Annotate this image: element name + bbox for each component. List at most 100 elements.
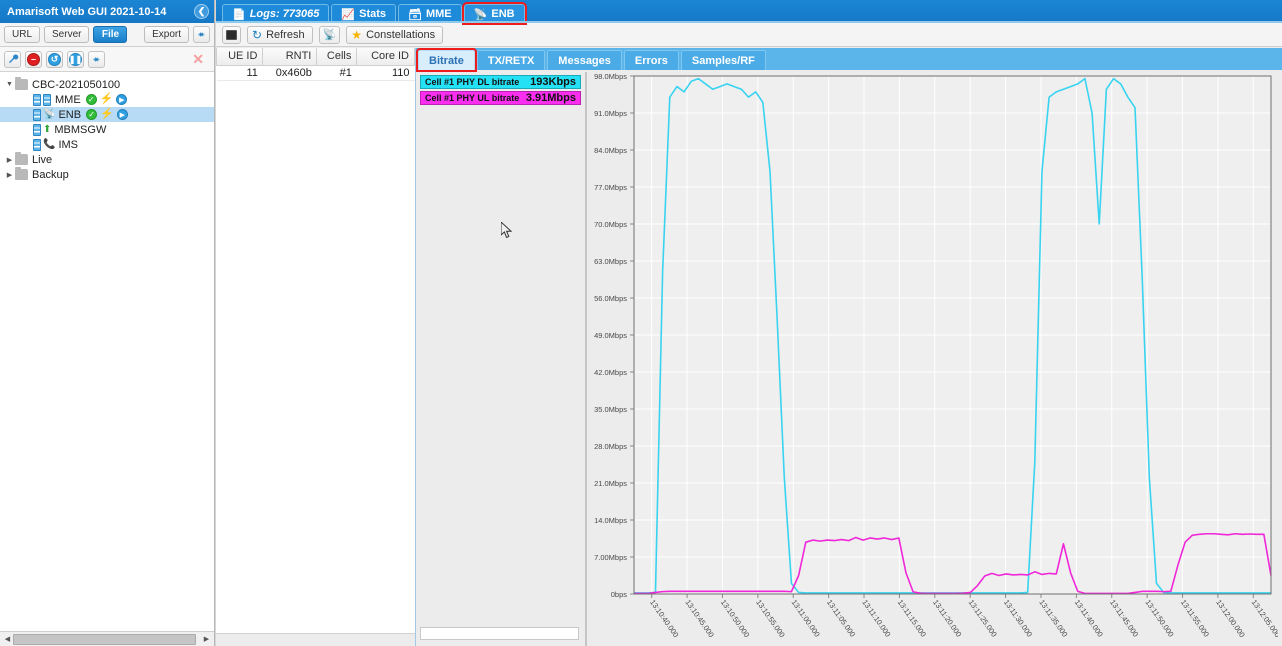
antenna-icon: 📡 [322,29,337,41]
file-button[interactable]: File [93,26,128,43]
svg-text:21.0Mbps: 21.0Mbps [594,479,627,488]
legend-value-ul: 3.91Mbps [525,92,576,104]
status-ok-icon[interactable]: ✓ [85,94,97,105]
scroll-right-arrow[interactable]: ▶ [200,635,213,643]
ue-table-panel: UE ID RNTI Cells Core ID 11 0x460b #1 11… [215,48,513,646]
ue-panel-bottom-strip [216,633,415,646]
svg-text:13:11:00.000: 13:11:00.000 [790,598,822,639]
server-icon-secondary [43,93,51,106]
play-icon[interactable]: ▶ [116,109,128,120]
stop-icon[interactable]: – [25,50,42,68]
play-icon[interactable]: ▶ [116,94,128,105]
tab-tx-retx[interactable]: TX/RETX [476,50,546,70]
cell-ue-id: 11 [216,65,263,81]
pause-icon[interactable]: ❚❚ [67,50,84,68]
tree-item-cbc-2021050100[interactable]: ▼ CBC-2021050100 [0,77,214,92]
chevron-right-icon[interactable]: ▶ [4,171,15,179]
lightning-icon[interactable]: ⚡ [100,94,114,105]
tab-mme-label: MME [425,8,452,20]
server-icon [33,108,41,121]
stats-column: Bitrate TX/RETX Messages Errors Samples/… [416,48,1282,646]
svg-text:42.0Mbps: 42.0Mbps [594,368,627,377]
constellations-label: Constellations [366,28,436,41]
svg-text:13:10:50.000: 13:10:50.000 [719,598,751,639]
bitrate-line-chart: 0bps 7.00Mbps 14.0Mbps 21.0Mbps 28.0Mbps 35.0… [594,72,1279,639]
legend-item-ul[interactable]: Cell #1 PHY UL bitrate 3.91Mbps [420,91,581,105]
svg-text:13:11:35.000: 13:11:35.000 [1037,598,1069,639]
chart-right-edge [1278,70,1282,646]
url-button[interactable]: URL [4,26,41,43]
folder-icon [15,77,28,90]
legend-label-dl: Cell #1 PHY DL bitrate [425,77,520,87]
chart-icon: 📈 [341,8,356,21]
tab-messages[interactable]: Messages [547,50,622,70]
server-icon [33,138,41,151]
tab-samples-rf[interactable]: Samples/RF [680,50,766,70]
col-rnti[interactable]: RNTI [262,48,318,66]
tab-stats-label: Stats [359,8,387,20]
folder-icon [15,152,28,165]
svg-text:13:11:25.000: 13:11:25.000 [967,598,999,639]
config-tree: ▼ CBC-2021050100 MME ✓ ⚡ ▶ 📡 ENB ✓ ⚡ ▶ ⬆ MBMSGW 📞 IMS ▶… [0,72,214,182]
tree-item-live[interactable]: ▶ Live [0,152,214,167]
refresh-label: Refresh [266,28,305,41]
legend-value-dl: 193Kbps [530,76,576,88]
wrench-icon[interactable] [4,50,21,68]
plug-icon[interactable] [193,26,210,43]
bitrate-chart-wrapper: Cell #1 PHY DL bitrate 193Kbps Cell #1 P… [416,70,1282,646]
svg-text:98.0Mbps: 98.0Mbps [594,72,627,81]
sidebar-horizontal-scrollbar[interactable]: ◀ ▶ [0,631,214,646]
tree-item-mme[interactable]: MME ✓ ⚡ ▶ [0,92,214,107]
svg-text:13:11:05.000: 13:11:05.000 [825,598,857,639]
table-row[interactable]: 11 0x460b #1 110 [216,65,415,81]
tree-item-label: Backup [32,168,69,181]
tree-item-ims[interactable]: 📞 IMS [0,137,214,152]
svg-text:70.0Mbps: 70.0Mbps [594,220,627,229]
svg-text:63.0Mbps: 63.0Mbps [594,257,627,266]
cell-cells: #1 [316,65,357,81]
status-badges: ✓ ⚡ ▶ [85,94,128,105]
server-icon [33,93,41,106]
refresh-button[interactable]: ↻ Refresh [247,25,313,44]
svg-text:0bps: 0bps [611,590,628,599]
phone-icon: 📞 [43,138,56,150]
antenna-button[interactable]: 📡 [318,25,341,44]
ue-table: UE ID RNTI Cells Core ID 11 0x460b #1 11… [215,48,415,81]
star-icon: ★ [351,27,363,42]
legend-item-dl[interactable]: Cell #1 PHY DL bitrate 193Kbps [420,75,581,89]
status-badges: ✓ ⚡ ▶ [86,109,128,120]
connect-plug-icon[interactable] [88,50,105,68]
chevron-left-icon[interactable]: ❮ [194,4,209,19]
terminal-button[interactable] [222,25,241,44]
constellations-button[interactable]: ★ Constellations [346,25,444,44]
tree-item-mbmsgw[interactable]: ⬆ MBMSGW [0,122,214,137]
server-icon [33,123,41,136]
restart-icon[interactable]: ↺ [46,50,63,68]
status-ok-icon[interactable]: ✓ [86,109,98,120]
col-ue-id[interactable]: UE ID [215,48,264,66]
tree-item-backup[interactable]: ▶ Backup [0,167,214,182]
upload-icon: ⬆ [43,123,52,135]
lightning-icon[interactable]: ⚡ [100,109,114,120]
svg-text:14.0Mbps: 14.0Mbps [594,516,627,525]
cell-core-id: 110 [356,65,415,81]
tree-item-enb[interactable]: 📡 ENB ✓ ⚡ ▶ [0,107,214,122]
tab-errors[interactable]: Errors [623,50,679,70]
svg-text:13:10:45.000: 13:10:45.000 [683,598,715,639]
chevron-down-icon[interactable]: ▼ [4,81,15,88]
main-area: 📄 Logs: 773065 📈 Stats 🗃 MME 📡 ENB ↻ Ref… [215,0,1282,646]
col-cells[interactable]: Cells [316,48,358,66]
scrollbar-thumb[interactable] [13,633,196,645]
page-title: Amarisoft Web GUI 2021-10-14 [7,5,167,18]
chart-canvas[interactable]: 0bps 7.00Mbps 14.0Mbps 21.0Mbps 28.0Mbps 35.0… [586,72,1282,646]
svg-text:13:11:10.000: 13:11:10.000 [860,598,892,639]
col-core-id[interactable]: Core ID [356,48,415,66]
legend-filter-input[interactable] [420,627,579,640]
server-button[interactable]: Server [44,26,90,43]
scroll-left-arrow[interactable]: ◀ [1,635,14,643]
tab-bitrate[interactable]: Bitrate [416,48,477,72]
close-red-icon[interactable]: ✕ [192,51,210,68]
chevron-right-icon[interactable]: ▶ [4,156,15,164]
export-button[interactable]: Export [144,26,189,43]
svg-text:56.0Mbps: 56.0Mbps [594,294,627,303]
